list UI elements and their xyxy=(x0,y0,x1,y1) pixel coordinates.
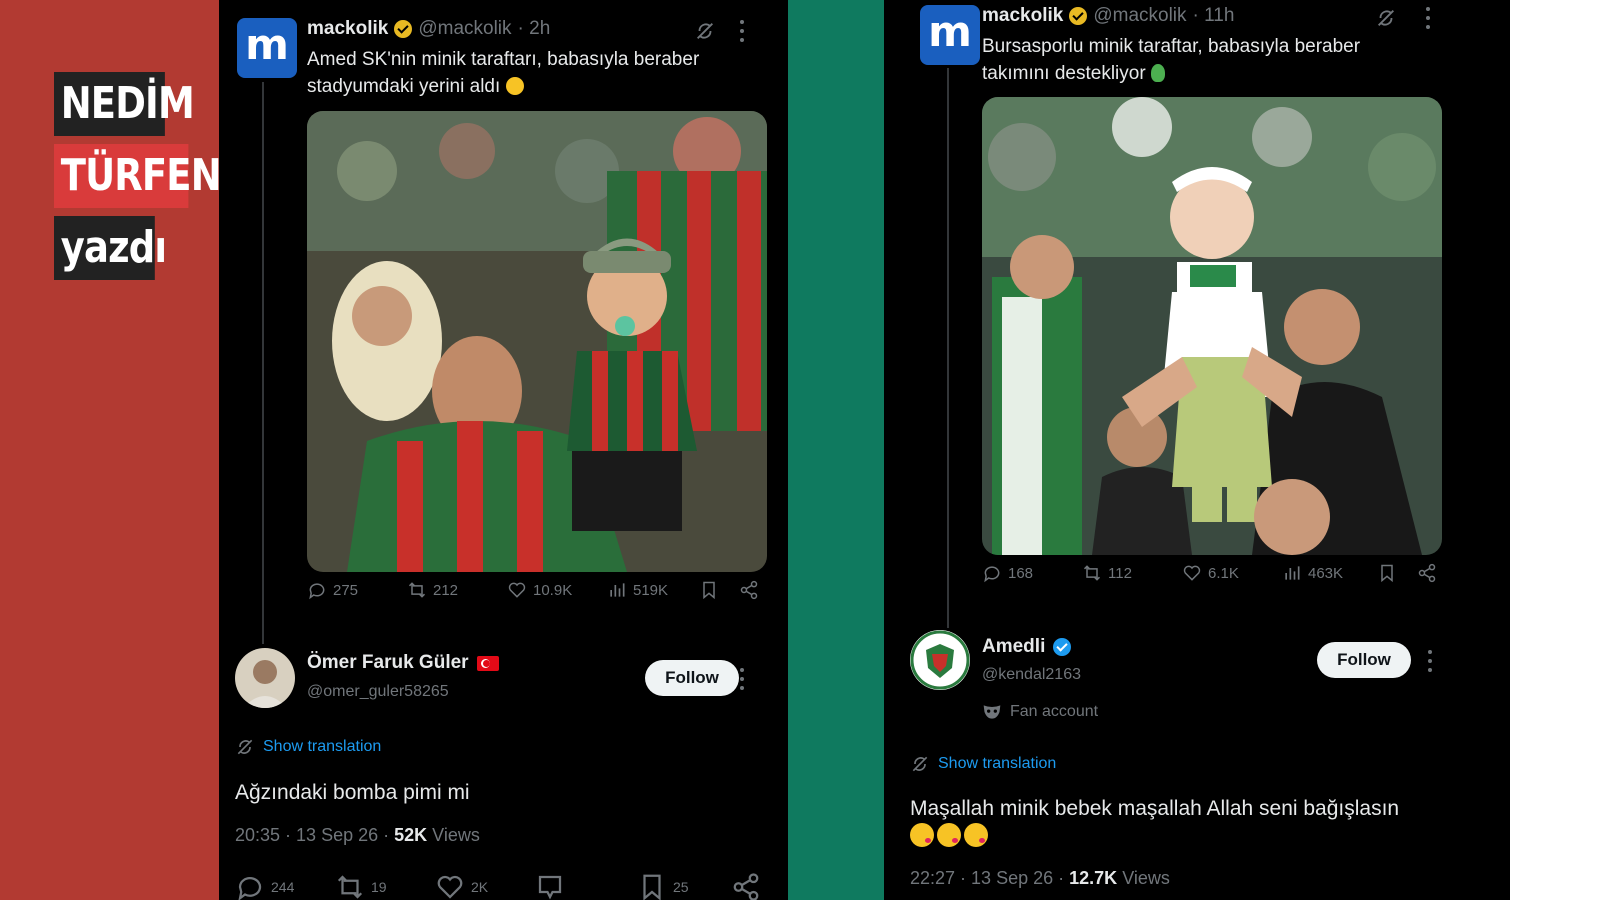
reply-button[interactable]: 275 xyxy=(307,580,358,600)
white-margin xyxy=(1510,0,1600,900)
tweet-text: Amed SK'nin minik taraftarı, babasıyla b… xyxy=(307,49,700,97)
more-icon[interactable] xyxy=(1425,7,1431,29)
views-button[interactable]: 463K xyxy=(1282,563,1343,583)
reply-to-button[interactable] xyxy=(535,872,565,900)
follow-button[interactable]: Follow xyxy=(1317,642,1411,678)
reply-timestamp[interactable]: 20:35 · 13 Sep 26 · 52K Views xyxy=(235,825,480,846)
more-icon[interactable] xyxy=(739,20,745,42)
bookmark-button[interactable]: 25 xyxy=(637,872,689,900)
kiss-emoji-icon xyxy=(910,823,934,847)
right-tweet-panel: m mackolik @mackolik · 11h Bursasporlu m… xyxy=(884,0,1510,900)
reply-timestamp[interactable]: 22:27 · 13 Sep 26 · 12.7K Views xyxy=(910,868,1170,889)
grok-icon[interactable] xyxy=(1375,7,1397,29)
retweet-button[interactable]: 212 xyxy=(407,580,458,600)
green-divider xyxy=(788,0,884,900)
views-count: 12.7K xyxy=(1069,868,1118,888)
share-button[interactable] xyxy=(739,580,759,600)
tweet-text: Bursasporlu minik taraftar, babasıyla be… xyxy=(982,36,1361,84)
views-icon xyxy=(1285,566,1300,580)
left-tweet-panel: m mackolik @mackolik · 2h Amed SK'nin mi… xyxy=(219,0,788,900)
flag-icon xyxy=(476,655,499,671)
share-icon xyxy=(733,873,759,900)
share-button[interactable] xyxy=(1417,563,1437,583)
bookmark-icon xyxy=(1381,564,1393,583)
share-icon xyxy=(1418,563,1436,583)
mackolik-avatar[interactable]: m xyxy=(920,5,980,65)
reply-author-name[interactable]: Ömer Faruk Güler xyxy=(307,652,499,674)
more-icon[interactable] xyxy=(1427,650,1433,672)
byline-first-name: NEDİM xyxy=(54,72,195,136)
share-icon xyxy=(740,580,758,600)
like-button[interactable]: 6.1K xyxy=(1182,563,1239,583)
reply-author-handle[interactable]: @kendal2163 xyxy=(982,666,1081,684)
verified-badge-icon xyxy=(1053,638,1072,656)
follow-button[interactable]: Follow xyxy=(645,660,739,696)
byline-last-name: TÜRFENT xyxy=(54,144,246,208)
reply-icon xyxy=(238,877,262,900)
mackolik-avatar[interactable]: m xyxy=(237,18,297,78)
show-translation-link[interactable]: Show translation xyxy=(235,737,381,757)
thread-line xyxy=(947,68,949,628)
tweet-time[interactable]: · 11h xyxy=(1193,5,1235,27)
reply-author-avatar[interactable] xyxy=(910,630,970,690)
like-button[interactable]: 2K xyxy=(435,872,488,900)
views-icon xyxy=(610,583,625,597)
reply-button[interactable]: 244 xyxy=(235,872,294,900)
reply-button[interactable]: 168 xyxy=(982,563,1033,583)
views-count: 52K xyxy=(394,825,428,845)
like-button[interactable]: 10.9K xyxy=(507,580,572,600)
kiss-emoji-icon xyxy=(964,823,988,847)
views-button[interactable]: 519K xyxy=(607,580,668,600)
like-icon xyxy=(1183,565,1201,581)
author-handle[interactable]: @mackolik xyxy=(1093,5,1186,27)
bookmark-button[interactable] xyxy=(699,580,719,600)
retweet-button[interactable]: 19 xyxy=(335,872,387,900)
reply-author-name[interactable]: Amedli xyxy=(982,636,1072,658)
bookmark-button[interactable] xyxy=(1377,563,1397,583)
reply-icon xyxy=(984,566,1000,583)
retweet-icon xyxy=(337,875,363,899)
emoji-crocodile-icon xyxy=(1150,64,1165,82)
author-name[interactable]: mackolik xyxy=(982,5,1063,27)
tweet-photo[interactable] xyxy=(982,97,1442,555)
retweet-icon xyxy=(408,582,426,598)
fan-account-label: Fan account xyxy=(982,703,1098,721)
retweet-icon xyxy=(1083,565,1101,581)
reply-text: Maşallah minik bebek maşallah Allah seni… xyxy=(910,795,1470,851)
like-icon xyxy=(437,875,463,899)
more-icon[interactable] xyxy=(739,668,745,690)
reply-icon xyxy=(309,583,325,600)
reply-author-avatar[interactable] xyxy=(235,648,295,708)
author-name[interactable]: mackolik xyxy=(307,18,388,40)
verified-badge-icon xyxy=(394,20,413,38)
show-translation-link[interactable]: Show translation xyxy=(910,754,1056,774)
reply-text: Ağzındaki bomba pimi mi xyxy=(235,781,470,804)
tweet-header: mackolik @mackolik · 11h xyxy=(982,5,1234,27)
quote-icon xyxy=(538,875,562,900)
author-handle[interactable]: @mackolik xyxy=(418,18,511,40)
verified-badge-icon xyxy=(1069,7,1088,25)
reply-action-bar: 244 19 2K 25 xyxy=(219,872,788,900)
reply-author-handle[interactable]: @omer_guler58265 xyxy=(307,683,449,701)
grok-icon[interactable] xyxy=(694,20,716,42)
byline-wrote: yazdı xyxy=(54,216,167,280)
bookmark-icon xyxy=(643,874,661,900)
bookmark-icon xyxy=(703,581,715,600)
emoji-face-icon xyxy=(505,77,524,95)
tweet-action-bar: 275 212 10.9K 519K xyxy=(307,580,767,602)
thread-line xyxy=(262,82,264,644)
tweet-photo[interactable] xyxy=(307,111,767,572)
kiss-emoji-icon xyxy=(937,823,961,847)
translate-icon xyxy=(912,756,928,772)
like-icon xyxy=(508,582,526,598)
share-button[interactable] xyxy=(731,872,761,900)
retweet-button[interactable]: 112 xyxy=(1082,563,1132,583)
tweet-time[interactable]: · 2h xyxy=(518,18,551,40)
tweet-header: mackolik @mackolik · 2h xyxy=(307,18,550,40)
tweet-action-bar: 168 112 6.1K 463K xyxy=(982,563,1442,585)
mask-icon xyxy=(983,705,1001,719)
translate-icon xyxy=(237,739,253,755)
author-byline: NEDİM TÜRFENT yazdı xyxy=(54,72,246,288)
